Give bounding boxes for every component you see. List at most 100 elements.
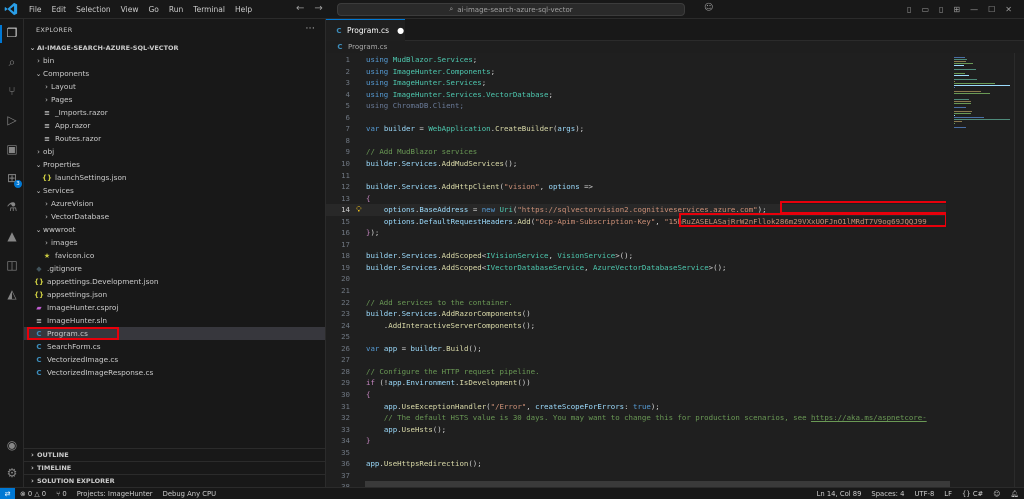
folder-item[interactable]: ⌄ wwwroot (24, 223, 325, 236)
code-token: createScopeForErrors (535, 401, 625, 411)
menu-selection[interactable]: Selection (71, 0, 116, 19)
code-token: (); (432, 424, 447, 434)
customize-layout-icon[interactable]: ⊞ (953, 5, 960, 14)
line-text: app.UseHttpsRedirection(); (366, 458, 482, 470)
menu-file[interactable]: File (24, 0, 47, 19)
lightbulb-icon[interactable]: 💡︎ (356, 204, 362, 216)
layout-panel-icon[interactable]: ▭ (921, 5, 929, 14)
vertical-scrollbar[interactable] (1014, 53, 1024, 487)
outline-section[interactable]: › OUTLINE (24, 448, 326, 461)
folder-item[interactable]: › AzureVision (24, 197, 325, 210)
encoding[interactable]: UTF-8 (909, 490, 939, 498)
file-item[interactable]: {} appsettings.json (24, 288, 325, 301)
code-editor[interactable]: 1 using MudBlazor.Services; 2 using ImageHu… (326, 53, 946, 487)
file-item[interactable]: ≡ ImageHunter.sln (24, 314, 325, 327)
azure-icon[interactable]: ▲ (4, 228, 20, 244)
command-center-search[interactable]: ⌕ ai-image-search-azure-sql-vector (337, 3, 685, 16)
line-number: 18 (341, 251, 350, 261)
file-item[interactable]: C VectorizedImageResponse.cs (24, 366, 325, 379)
folder-item[interactable]: ⌄ Services (24, 184, 325, 197)
menu-view[interactable]: View (116, 0, 144, 19)
extensions-icon[interactable]: ⊞ 3 (4, 170, 22, 188)
remote-explorer-icon[interactable]: ▣ (4, 141, 20, 157)
solution-icon[interactable]: ◫ (4, 257, 20, 273)
copilot-status-icon[interactable]: ☺ (988, 490, 1005, 498)
menu-run[interactable]: Run (164, 0, 188, 19)
file-item[interactable]: C Program.cs (24, 327, 325, 340)
menu-terminal[interactable]: Terminal (188, 0, 230, 19)
folder-item[interactable]: › Layout (24, 80, 325, 93)
notifications-bell-icon[interactable]: 🔔︎ (1005, 490, 1024, 498)
vscode-logo-icon[interactable] (4, 2, 18, 16)
folder-item[interactable]: › images (24, 236, 325, 249)
indentation[interactable]: Spaces: 4 (866, 490, 909, 498)
menu-go[interactable]: Go (143, 0, 163, 19)
menu-edit[interactable]: Edit (47, 0, 72, 19)
code-token: Services (401, 262, 438, 272)
build-config-indicator[interactable]: Debug Any CPU (158, 490, 221, 498)
solution-explorer-section[interactable]: › SOLUTION EXPLORER (24, 474, 326, 487)
file-item[interactable]: ≡ App.razor (24, 119, 325, 132)
project-indicator[interactable]: Projects: ImageHunter (72, 490, 158, 498)
file-item[interactable]: ★ favicon.ico (24, 249, 325, 262)
code-token: { (366, 193, 371, 203)
line-number: 17 (341, 239, 350, 249)
problems-indicator[interactable]: ⊗ 0 △ 0 (15, 490, 51, 498)
file-item[interactable]: {} launchSettings.json (24, 171, 325, 184)
folder-item[interactable]: ⌄ Properties (24, 158, 325, 171)
code-token: using (366, 78, 393, 88)
forward-arrow-icon[interactable]: → (314, 3, 322, 14)
minimap[interactable] (946, 53, 1014, 487)
code-token: ImageHunter.Services.VectorDatabase (392, 89, 549, 99)
timeline-section[interactable]: › TIMELINE (24, 461, 326, 474)
docker-icon[interactable]: ◭ (4, 286, 20, 302)
code-line: 23 builder.Services.AddRazorComponents() (326, 308, 946, 320)
file-item[interactable]: {} appsettings.Development.json (24, 275, 325, 288)
search-icon[interactable]: ⌕ (4, 54, 20, 70)
cursor-position[interactable]: Ln 14, Col 89 (812, 490, 867, 498)
breadcrumb-file[interactable]: Program.cs (348, 43, 387, 51)
code-token: // Add services to the container. (366, 297, 513, 307)
copilot-icon[interactable]: ☺ (704, 3, 713, 13)
folder-item[interactable]: › obj (24, 145, 325, 158)
layout-secondary-icon[interactable]: ▯ (939, 5, 943, 14)
file-item[interactable]: C SearchForm.cs (24, 340, 325, 353)
language-mode[interactable]: {} C# (957, 490, 988, 498)
menu-help[interactable]: Help (230, 0, 257, 19)
file-item[interactable]: ▰ ImageHunter.csproj (24, 301, 325, 314)
folder-item[interactable]: › VectorDatabase (24, 210, 325, 223)
folder-item[interactable]: › bin (24, 54, 325, 67)
remote-indicator-icon[interactable]: ⇄ (0, 487, 15, 499)
file-item[interactable]: ≡ Routes.razor (24, 132, 325, 145)
explorer-icon[interactable]: ❐ (4, 25, 20, 41)
run-debug-icon[interactable]: ▷ (4, 112, 20, 128)
minimize-icon[interactable]: — (970, 5, 978, 14)
code-token: : (624, 401, 634, 411)
workspace-root[interactable]: ⌄ AI-IMAGE-SEARCH-AZURE-SQL-VECTOR (24, 41, 325, 54)
ports-indicator[interactable]: ⑂ 0 (51, 490, 72, 498)
braces-icon: {} (961, 490, 971, 498)
folder-item[interactable]: › Pages (24, 93, 325, 106)
accounts-icon[interactable]: ◉ (4, 437, 20, 453)
chevron-down-icon: ⌄ (35, 69, 42, 78)
code-token: "vision" (503, 182, 540, 192)
layout-sidebar-icon[interactable]: ▯ (907, 5, 911, 14)
testing-icon[interactable]: ⚗ (4, 199, 20, 215)
file-item[interactable]: ≡ _Imports.razor (24, 106, 325, 119)
folder-item[interactable]: ⌄ Components (24, 67, 325, 80)
unsaved-dot-icon[interactable]: ● (397, 26, 404, 35)
ports-icon: ⑂ (56, 489, 61, 498)
close-icon[interactable]: ✕ (1005, 5, 1012, 14)
manage-gear-icon[interactable]: ⚙ (4, 465, 20, 481)
tab-program-cs[interactable]: C Program.cs ● (326, 19, 405, 41)
more-actions-icon[interactable]: ··· (306, 24, 315, 34)
file-item[interactable]: C VectorizedImage.cs (24, 353, 325, 366)
source-control-icon[interactable]: ⑂ (4, 83, 20, 99)
end-of-line[interactable]: LF (939, 490, 957, 498)
favicon-file-icon: ★ (43, 251, 51, 260)
file-item[interactable]: ◆ .gitignore (24, 262, 325, 275)
maximize-icon[interactable]: ☐ (988, 5, 995, 14)
chevron-down-icon: ⌄ (35, 186, 42, 195)
back-arrow-icon[interactable]: ← (296, 3, 304, 14)
